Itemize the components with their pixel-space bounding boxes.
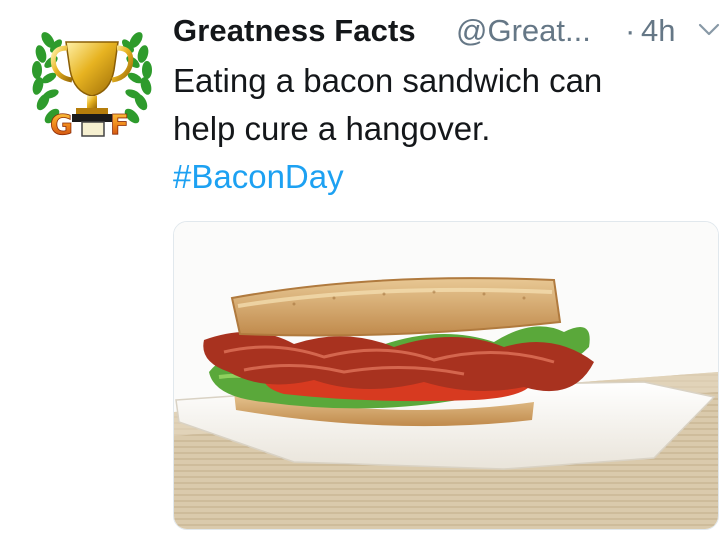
separator-dot: · [625, 13, 636, 48]
tweet-text-line: help cure a hangover. [173, 110, 491, 147]
trophy-laurel-logo-icon: G F [32, 32, 152, 141]
svg-text:G: G [50, 108, 73, 141]
hashtag-link[interactable]: #BaconDay [173, 153, 713, 201]
author-display-name[interactable]: Greatness Facts [173, 13, 416, 49]
svg-text:F: F [110, 108, 129, 141]
tweet-timestamp[interactable]: 4h [641, 13, 675, 49]
bacon-sandwich-photo [174, 222, 718, 529]
tweet-card[interactable]: G F Greatness Facts @Great... · 4h Eatin… [0, 0, 727, 548]
author-avatar[interactable]: G F [26, 22, 158, 148]
author-handle[interactable]: @Great... [456, 13, 591, 49]
tweet-header: Greatness Facts @Great... · 4h [173, 13, 721, 59]
chevron-down-icon[interactable] [697, 21, 721, 39]
tweet-text: Eating a bacon sandwich can help cure a … [173, 57, 713, 201]
tweet-media-photo[interactable] [173, 221, 719, 530]
tweet-text-line: Eating a bacon sandwich can [173, 62, 603, 99]
